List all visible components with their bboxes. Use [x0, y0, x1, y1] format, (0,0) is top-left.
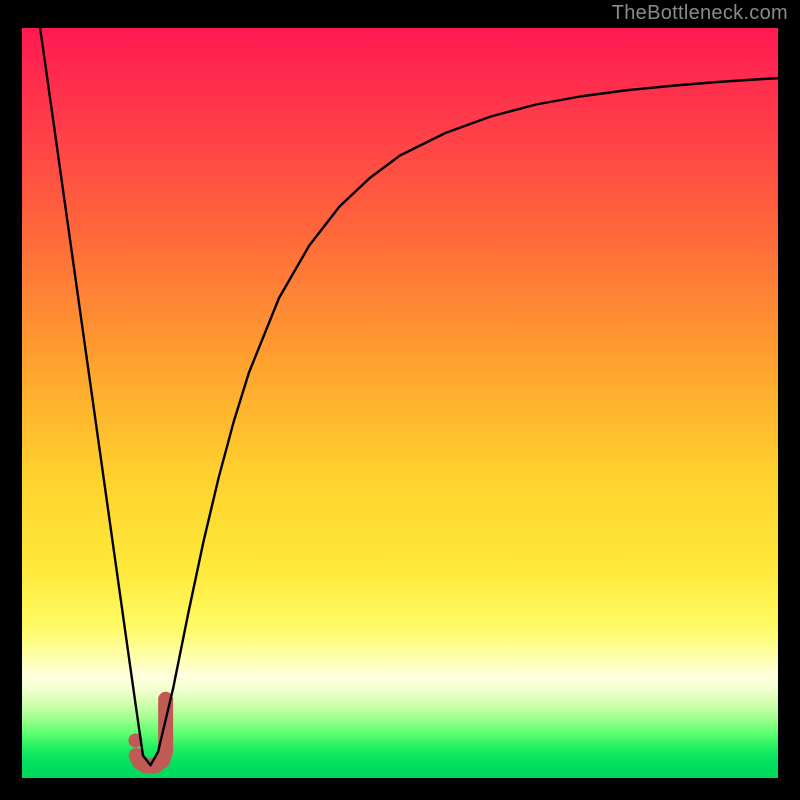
chart-stage: TheBottleneck.com — [0, 0, 800, 800]
plot-area — [22, 28, 778, 778]
bottleneck-curve — [22, 28, 778, 778]
watermark-text: TheBottleneck.com — [612, 2, 788, 25]
